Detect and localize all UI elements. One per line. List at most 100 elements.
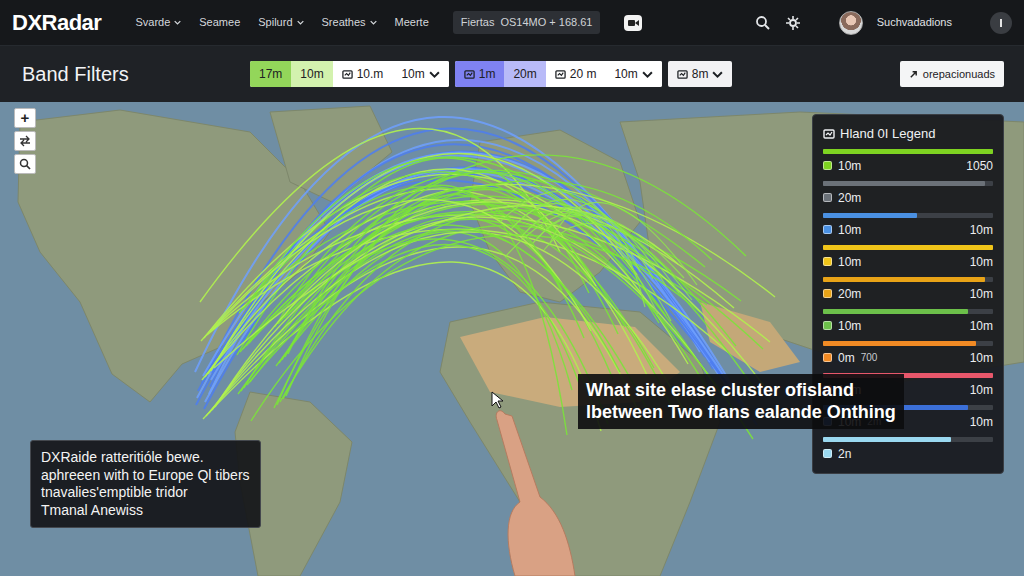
logo[interactable]: DXRadar	[12, 6, 101, 39]
legend-item: 20m10m	[823, 277, 993, 305]
filter-option[interactable]: 20m	[504, 61, 545, 87]
legend-bar	[823, 181, 993, 186]
swap-icon[interactable]	[19, 135, 31, 147]
filter-chip[interactable]: 20 m	[546, 61, 606, 87]
nav-item[interactable]: Spilurd	[258, 14, 303, 31]
caret-icon[interactable]	[370, 19, 377, 26]
band-icon[interactable]	[464, 69, 475, 80]
filter-label[interactable]: 8m	[692, 65, 709, 83]
nav-item[interactable]: Svarde	[135, 14, 181, 31]
caret-icon[interactable]	[429, 69, 440, 80]
settings-icon[interactable]	[785, 15, 801, 31]
legend-row: 10m10m	[823, 218, 993, 241]
caret-icon[interactable]	[712, 69, 723, 80]
legend-bar	[823, 149, 993, 154]
filter-option[interactable]: 10m	[392, 61, 448, 87]
nav-label[interactable]: Spilurd	[258, 14, 292, 31]
band-color-icon	[823, 321, 832, 330]
filter-chip[interactable]: 17m	[250, 61, 291, 87]
legend-bar	[823, 341, 993, 346]
filter-label[interactable]: 10.m	[357, 65, 384, 83]
legend-item: 2n	[823, 437, 993, 465]
filter-label[interactable]: 20m	[513, 65, 536, 83]
zoom-in-button[interactable]: +	[14, 108, 36, 128]
frequency-value: OS14MO + 168.61	[500, 14, 592, 31]
search-icon[interactable]	[19, 158, 31, 170]
caret-icon[interactable]	[297, 19, 304, 26]
nav-label[interactable]: Svarde	[135, 14, 170, 31]
legend-note: 700	[861, 350, 878, 365]
band-color-icon	[823, 225, 832, 234]
filter-option[interactable]: 1m	[455, 61, 505, 87]
video-icon[interactable]	[624, 15, 642, 31]
legend-row: 20m10m	[823, 282, 993, 305]
legend-row: 20m	[823, 186, 993, 209]
band-icon[interactable]	[555, 69, 566, 80]
nav-item[interactable]: Seamee	[199, 14, 240, 31]
filter-option[interactable]: 10m	[291, 61, 332, 87]
info-icon[interactable]	[990, 12, 1012, 34]
filter-label[interactable]: 10m	[614, 65, 637, 83]
hand-photo	[496, 411, 575, 576]
nav-label[interactable]: Meerte	[395, 14, 429, 31]
caret-icon[interactable]	[174, 19, 181, 26]
filter-label[interactable]: 17m	[259, 65, 282, 83]
swap-button[interactable]	[14, 131, 36, 151]
user-name[interactable]: Suchvadadions	[877, 14, 952, 31]
filter-option[interactable]: 10.m	[333, 61, 393, 87]
legend-value: 1050	[966, 157, 993, 175]
legend-value: 10m	[970, 317, 993, 335]
nav-label[interactable]: Seamee	[199, 14, 240, 31]
filter-label[interactable]: 10m	[300, 65, 323, 83]
action-label[interactable]: orepacionuads	[923, 66, 995, 83]
search-button[interactable]	[14, 154, 36, 174]
info-line: Tmanal Anewiss	[41, 502, 250, 520]
filter-chip[interactable]: 10m	[605, 61, 661, 87]
filter-chip[interactable]: 20m	[504, 61, 545, 87]
legend-label: 20m	[838, 189, 861, 207]
legend-row: 2n	[823, 442, 993, 465]
filter-option[interactable]: 20 m	[546, 61, 606, 87]
filter-label[interactable]: 10m	[401, 65, 424, 83]
filter-label[interactable]: 20 m	[570, 65, 597, 83]
band-color-icon	[823, 161, 832, 170]
propagation-path	[544, 223, 692, 300]
external-icon[interactable]	[909, 70, 918, 79]
filter-chip[interactable]: 1m	[455, 61, 505, 87]
legend-label: 10m	[838, 317, 861, 335]
filter-label[interactable]: 1m	[479, 65, 496, 83]
action-button[interactable]: orepacionuads	[900, 61, 1004, 88]
filter-chip[interactable]: 8m	[668, 61, 733, 87]
world-map[interactable]: +Hland 0I Legend10m105020m10m10m10m10m20…	[0, 102, 1024, 576]
legend-bar	[823, 309, 993, 314]
filter-chip[interactable]: 10m	[291, 61, 332, 87]
band-icon[interactable]	[677, 69, 688, 80]
filter-option[interactable]: 10m	[605, 61, 661, 87]
propagation-path	[248, 157, 666, 316]
band-icon[interactable]	[342, 69, 353, 80]
nav-item[interactable]: Sreathes	[322, 14, 377, 31]
legend-item: 20m	[823, 181, 993, 209]
legend-bar-fill	[823, 149, 993, 154]
caret-icon[interactable]	[642, 69, 653, 80]
legend-value: 10m	[970, 381, 993, 399]
top-navbar: DXRadar Svarde Seamee Spilurd Sreathes Meerte…	[0, 0, 1024, 46]
frequency-box[interactable]: FiertasOS14MO + 168.61	[453, 11, 601, 34]
nav-item[interactable]: Meerte	[395, 14, 429, 31]
legend-bar-fill	[823, 213, 917, 218]
legend-value: 10m	[970, 253, 993, 271]
legend-label: 10m	[838, 221, 861, 239]
legend-bar-fill	[823, 309, 968, 314]
filter-option[interactable]: 17m	[250, 61, 291, 87]
nav-label[interactable]: Sreathes	[322, 14, 366, 31]
filter-option[interactable]: 8m	[668, 61, 733, 87]
legend-value: 10m	[970, 349, 993, 367]
filter-chip[interactable]: 10m	[392, 61, 448, 87]
search-icon[interactable]	[755, 15, 771, 31]
propagation-path	[211, 169, 744, 408]
legend-bar	[823, 245, 993, 250]
propagation-path	[538, 214, 684, 278]
propagation-path	[522, 207, 666, 286]
filter-chip[interactable]: 10.m	[333, 61, 393, 87]
avatar-icon[interactable]	[839, 11, 863, 35]
